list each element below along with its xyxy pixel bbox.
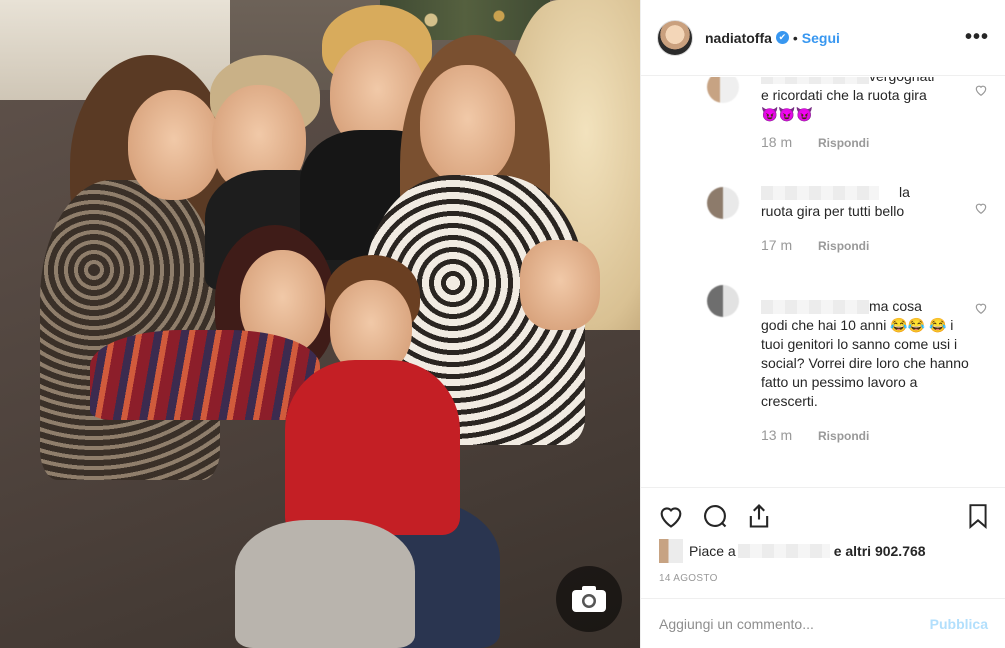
comment-item: vergognati e ricordati che la ruota gira… — [761, 77, 971, 150]
comment-time: 17 m — [761, 237, 793, 253]
redacted-username — [761, 300, 869, 315]
comment-meta: 18 m Rispondi — [761, 134, 971, 150]
comment-avatar[interactable] — [707, 285, 739, 317]
verified-badge-icon: ✔ — [775, 31, 789, 44]
publish-button[interactable]: Pubblica — [930, 616, 988, 632]
comment-heart-icon[interactable] — [974, 83, 988, 97]
comment-text: ma cosa godi che hai 10 anni 😂😂 😂 i tuoi… — [761, 297, 971, 411]
comment-heart-icon[interactable] — [974, 201, 988, 215]
comment-meta: 13 m Rispondi — [761, 427, 971, 443]
comment-text-line: vergognati — [869, 77, 934, 84]
comment-icon[interactable] — [701, 502, 729, 530]
likes-avatar — [659, 539, 683, 563]
avatar[interactable] — [657, 19, 693, 56]
comment-text-line: la — [899, 184, 910, 200]
reply-button[interactable]: Rispondi — [818, 136, 869, 150]
comment-avatar[interactable] — [707, 187, 739, 219]
reply-button[interactable]: Rispondi — [818, 239, 869, 253]
likes-prefix: Piace a — [689, 543, 736, 559]
comment-meta: 17 m Rispondi — [761, 237, 971, 253]
comment-text-rest: godi che hai 10 anni 😂😂 😂 i tuoi genitor… — [761, 317, 969, 409]
reply-button[interactable]: Rispondi — [818, 429, 869, 443]
comment-item: la ruota gira per tutti bello 17 m Rispo… — [761, 183, 971, 253]
comment-input[interactable]: Aggiungi un commento... — [659, 616, 930, 632]
camera-icon — [572, 586, 606, 612]
share-icon[interactable] — [745, 502, 773, 530]
redacted-username — [737, 544, 830, 558]
comment-text-rest: ruota gira per tutti bello — [761, 203, 905, 219]
redacted-username — [761, 186, 879, 201]
comment-emoji: 😈😈😈 — [761, 106, 814, 122]
comment-item: ma cosa godi che hai 10 anni 😂😂 😂 i tuoi… — [761, 297, 971, 443]
comment-time: 18 m — [761, 134, 793, 150]
add-comment-bar: Aggiungi un commento... Pubblica — [641, 598, 1005, 648]
post-header: nadiatoffa ✔ • Segui ••• — [641, 0, 1005, 76]
likes-summary[interactable]: Piace a e altri 902.768 — [659, 539, 926, 563]
redacted-username — [761, 77, 869, 85]
comment-text-rest: e ricordati che la ruota gira — [761, 87, 927, 103]
person-4-face — [420, 65, 515, 185]
comment-avatar[interactable] — [707, 77, 739, 103]
heart-icon[interactable] — [657, 502, 685, 530]
boy-pants — [235, 520, 415, 648]
likes-count[interactable]: e altri 902.768 — [834, 543, 926, 559]
post-photo[interactable] — [0, 0, 640, 648]
comments-list[interactable]: vergognati e ricordati che la ruota gira… — [641, 77, 1005, 487]
person-4-hand — [520, 240, 600, 330]
bookmark-icon[interactable] — [965, 502, 991, 530]
post-sidebar: nadiatoffa ✔ • Segui ••• vergognati e ri… — [640, 0, 1005, 648]
comment-text: la ruota gira per tutti bello — [761, 183, 971, 221]
post-date[interactable]: 14 AGOSTO — [659, 573, 718, 584]
action-bar — [641, 487, 1005, 543]
comment-text: vergognati e ricordati che la ruota gira… — [761, 77, 971, 124]
username[interactable]: nadiatoffa — [705, 30, 772, 46]
person-1-face — [128, 90, 220, 200]
comment-text-line: ma cosa — [869, 298, 922, 314]
camera-button[interactable] — [556, 566, 622, 632]
boy-sweater — [285, 360, 460, 535]
follow-button[interactable]: Segui — [802, 30, 840, 46]
comment-time: 13 m — [761, 427, 793, 443]
comment-heart-icon[interactable] — [974, 301, 988, 315]
separator-dot: • — [792, 29, 798, 46]
more-icon[interactable]: ••• — [965, 26, 989, 49]
person-5-sweater — [90, 330, 320, 420]
